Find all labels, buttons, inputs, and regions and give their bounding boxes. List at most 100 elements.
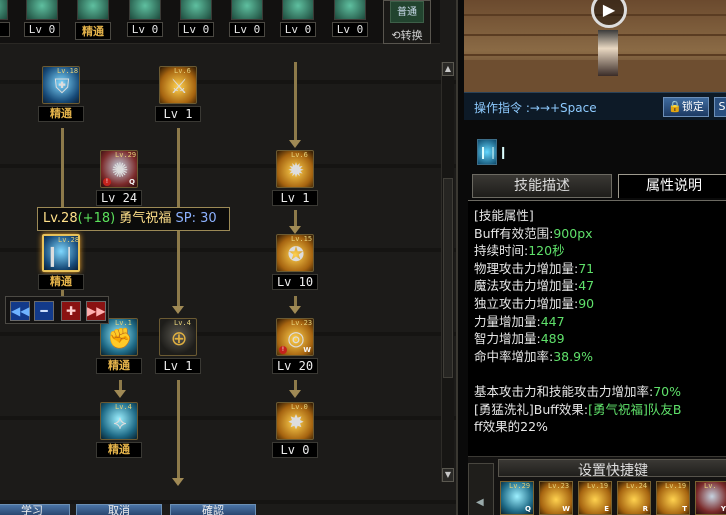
tooltip-sp-sep: : xyxy=(191,211,196,226)
tooltip-level: Lv.28 xyxy=(43,211,78,226)
selected-skill-icon: ❙❘❙ xyxy=(477,139,508,165)
skill-icon xyxy=(26,0,58,20)
command-text: 操作指令 :→→+Space xyxy=(474,101,597,115)
flame-icon: Lv.6 ✹ xyxy=(276,150,314,188)
tab-attributes[interactable]: 属性说明 xyxy=(618,174,726,198)
scroll-up-arrow-icon[interactable]: ▲ xyxy=(442,62,454,76)
tree-scrollbar[interactable]: ▲ ▼ xyxy=(441,62,454,482)
attribute-row: 魔法攻击力增加量:47 xyxy=(474,278,595,294)
skill-tooltip: Lv.28(+18) 勇气祝福 SP: 30 xyxy=(37,207,230,231)
side-button[interactable]: S xyxy=(714,97,726,117)
top-skill-7[interactable]: Lv 0 xyxy=(332,0,368,44)
burst-icon: Lv.0 ✸ xyxy=(276,402,314,440)
swap-button[interactable]: 普通 ⟲转换 xyxy=(383,0,431,44)
node-level: 精通 xyxy=(96,442,142,458)
lock-button[interactable]: 🔒锁定 xyxy=(663,97,709,117)
level-controls: ◀◀ ━ ✚ ▶▶ xyxy=(5,296,109,324)
tree-arrow xyxy=(114,390,126,398)
skill-node-flame[interactable]: Lv.6 ✹ Lv 1 xyxy=(272,150,318,216)
skill-level: Lv 0 xyxy=(24,22,60,37)
scroll-down-arrow-icon[interactable]: ▼ xyxy=(442,468,454,482)
tree-arrow xyxy=(289,140,301,148)
skill-icon xyxy=(129,0,161,20)
skill-node-lion[interactable]: Lv.15 ✪ Lv 10 xyxy=(272,234,318,300)
skill-node-shield[interactable]: Lv.18 ⛨ 精通 xyxy=(38,66,84,132)
tooltip-skill-name: 勇气祝福 xyxy=(119,211,172,226)
top-skill-1[interactable]: Lv 0 xyxy=(24,0,60,44)
quickkey-slot[interactable]: Lv. Y xyxy=(695,481,726,515)
skill-node-wings[interactable]: Lv.4 ⟡ 精通 xyxy=(96,402,142,468)
confirm-button[interactable]: 確認 xyxy=(170,504,256,515)
skill-node-ring[interactable]: Lv.23 ◎! W Lv 20 xyxy=(272,318,318,384)
scroll-thumb[interactable] xyxy=(443,178,453,378)
skill-level: Lv 0 xyxy=(178,22,214,37)
node-level: Lv 0 xyxy=(272,442,318,458)
tab-skill-description[interactable]: 技能描述 xyxy=(472,174,612,198)
shield-icon: Lv.18 ⛨ xyxy=(42,66,80,104)
tree-arrow xyxy=(289,390,301,398)
attribute-panel: [技能属性] Buff有效范围:900px 持续时间:120秒 物理攻击力增加量… xyxy=(468,200,726,456)
quickkey-title: 设置快捷键 xyxy=(498,459,726,479)
node-level: 精通 xyxy=(38,106,84,122)
skill-level: 0 xyxy=(0,22,10,37)
node-level: 精通 xyxy=(38,274,84,290)
skill-node-target[interactable]: Lv.4 ⊕ Lv 1 xyxy=(155,318,201,384)
level-down-button[interactable]: ━ xyxy=(34,301,54,321)
tree-connector xyxy=(294,62,297,142)
top-skill-0[interactable]: 0 xyxy=(0,0,10,44)
swap-label: ⟲转换 xyxy=(391,29,423,42)
learn-button[interactable]: 学习 xyxy=(0,504,70,515)
skill-icon xyxy=(334,0,366,20)
skill-level: Lv 0 xyxy=(127,22,163,37)
level-up-button[interactable]: ✚ xyxy=(61,301,81,321)
top-skill-6[interactable]: Lv 0 xyxy=(280,0,316,44)
quickkey-slot[interactable]: Lv.24 R xyxy=(617,481,651,515)
node-level: Lv 24 xyxy=(96,190,142,206)
node-level: Lv 1 xyxy=(272,190,318,206)
attribute-row: 命中率增加率:38.9% xyxy=(474,348,593,364)
top-skill-row: 0 Lv 0 精通 Lv 0 Lv 0 Lv 0 Lv 0 Lv 0 普通 ⟲转… xyxy=(0,0,440,44)
skill-icon xyxy=(77,0,109,20)
skill-icon xyxy=(282,0,314,20)
preview-floor xyxy=(464,60,726,92)
attribute-row: 力量增加量:447 xyxy=(474,313,565,329)
quickkey-slot[interactable]: Lv.29 Q xyxy=(500,481,534,515)
tree-connector xyxy=(177,380,180,480)
skill-node-sword[interactable]: Lv.6 ⚔ Lv 1 xyxy=(155,66,201,132)
top-skill-2[interactable]: 精通 xyxy=(75,0,111,44)
node-level: Lv 1 xyxy=(155,358,201,374)
quickkey-slot[interactable]: Lv.23 W xyxy=(539,481,573,515)
blessing-icon: Lv.28❙❘❙ xyxy=(42,234,80,272)
ring-icon: Lv.23 ◎! W xyxy=(276,318,314,356)
skill-level: Lv 0 xyxy=(332,22,368,37)
tree-arrow xyxy=(172,478,184,486)
skill-node-blessing-selected[interactable]: Lv.28❙❘❙ 精通 xyxy=(38,234,84,300)
sword-icon: Lv.6 ⚔ xyxy=(159,66,197,104)
lion-icon: Lv.15 ✪ xyxy=(276,234,314,272)
skill-level: Lv 0 xyxy=(229,22,265,37)
cancel-button[interactable]: 取消 xyxy=(76,504,162,515)
wings-icon: Lv.4 ⟡ xyxy=(100,402,138,440)
command-bar: 操作指令 :→→+Space 🔒锁定 S xyxy=(464,92,726,120)
top-skill-3[interactable]: Lv 0 xyxy=(127,0,163,44)
play-icon[interactable]: ▶ xyxy=(591,0,627,28)
quickkey-slot[interactable]: Lv.19 T xyxy=(656,481,690,515)
quickkey-prev-icon[interactable]: ◀ xyxy=(476,497,484,508)
level-max-button[interactable]: ▶▶ xyxy=(86,301,106,321)
top-skill-4[interactable]: Lv 0 xyxy=(178,0,214,44)
target-icon: Lv.4 ⊕ xyxy=(159,318,197,356)
skill-node-burst[interactable]: Lv.0 ✸ Lv 0 xyxy=(272,402,318,468)
attribute-extra-3: ff效果的22% xyxy=(474,419,548,435)
tree-arrow xyxy=(289,226,301,234)
skill-node-fist[interactable]: Lv.1 ✊ 精通 xyxy=(96,318,142,384)
preview-character xyxy=(598,30,618,76)
attribute-row: 持续时间:120秒 xyxy=(474,243,565,259)
attribute-row: Buff有效范围:900px xyxy=(474,225,593,241)
top-skill-5[interactable]: Lv 0 xyxy=(229,0,265,44)
quickkey-slot[interactable]: Lv.19 E xyxy=(578,481,612,515)
level-min-button[interactable]: ◀◀ xyxy=(10,301,30,321)
skill-tree-panel: 0 Lv 0 精通 Lv 0 Lv 0 Lv 0 Lv 0 Lv 0 普通 ⟲转… xyxy=(0,0,456,515)
attribute-row: 独立攻击力增加量:90 xyxy=(474,295,595,311)
info-tabs: 技能描述 属性说明 xyxy=(468,174,726,200)
node-level: Lv 20 xyxy=(272,358,318,374)
